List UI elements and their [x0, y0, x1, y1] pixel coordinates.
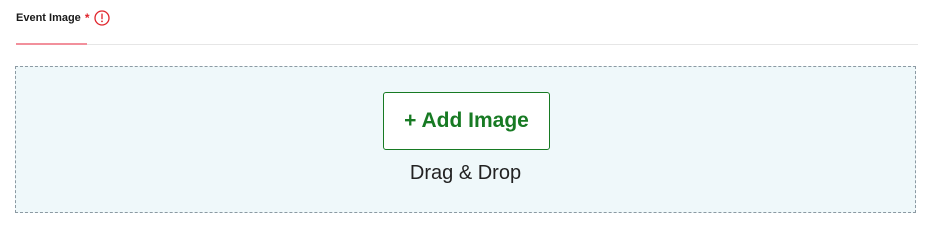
- image-dropzone[interactable]: + Add Image Drag & Drop: [15, 66, 916, 213]
- drag-drop-hint: Drag & Drop: [409, 162, 522, 184]
- event-image-field-header: Event Image *: [16, 0, 918, 45]
- info-circle-icon[interactable]: [94, 10, 111, 26]
- add-image-button[interactable]: + Add Image: [383, 92, 550, 150]
- field-label: Event Image: [16, 12, 81, 24]
- field-label-row: Event Image *: [16, 9, 111, 27]
- required-marker: *: [84, 11, 90, 25]
- active-tab-underline: [16, 43, 87, 45]
- header-divider: [16, 44, 918, 45]
